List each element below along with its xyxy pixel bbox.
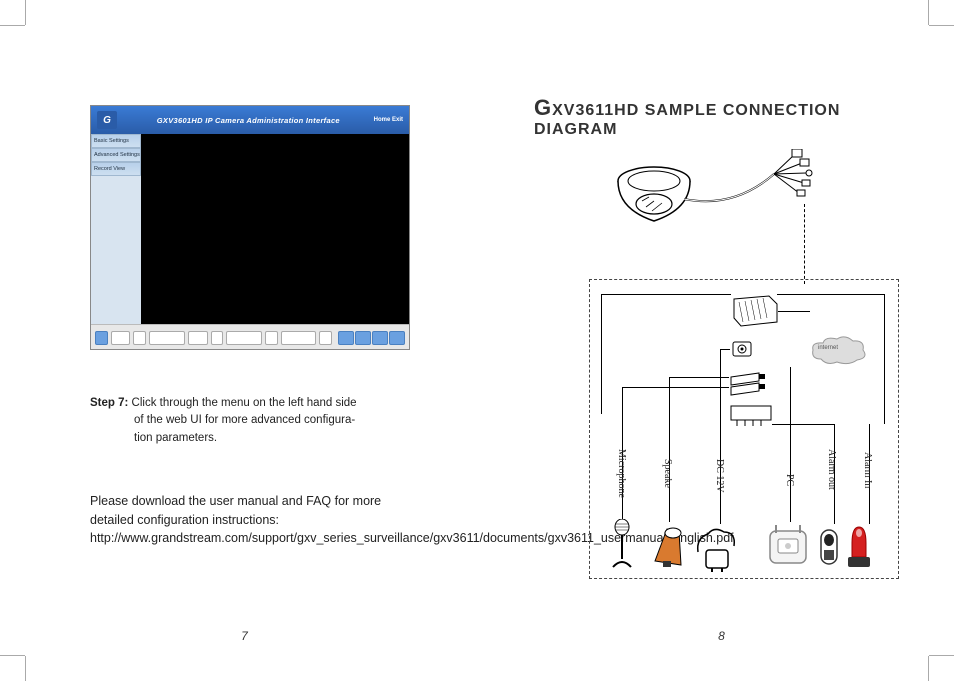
wire bbox=[720, 349, 730, 350]
step-text-line1: Click through the menu on the left hand … bbox=[132, 397, 357, 409]
cable-bundle-icon bbox=[684, 149, 844, 239]
label-alarm-out: Alarm out bbox=[826, 449, 837, 490]
microphone-device-icon bbox=[609, 519, 635, 569]
arrow-left-icon[interactable] bbox=[372, 331, 388, 345]
sidebar-item-advanced[interactable]: Advanced Settings bbox=[91, 148, 141, 162]
rj45-connector-icon bbox=[729, 294, 779, 329]
wire bbox=[790, 367, 791, 522]
internet-label: internet bbox=[818, 345, 838, 351]
arrow-up-icon[interactable] bbox=[338, 331, 354, 345]
wire bbox=[778, 311, 810, 312]
screenshot-toolbar bbox=[91, 324, 409, 350]
grandstream-logo-icon: G bbox=[97, 111, 117, 129]
title-rest: XV3611HD SAMPLE CONNECTION DIAGRAM bbox=[534, 102, 840, 138]
toolbar-btn[interactable] bbox=[111, 331, 131, 345]
wire bbox=[772, 424, 834, 425]
dashed-wire bbox=[804, 204, 805, 284]
step-7-instruction: Step 7: Click through the menu on the le… bbox=[90, 395, 444, 447]
toolbar-btn[interactable] bbox=[281, 331, 317, 345]
diagram-title: GXV3611HD SAMPLE CONNECTION DIAGRAM bbox=[534, 95, 904, 139]
camera-dome-icon bbox=[614, 159, 694, 229]
internet-cloud-icon bbox=[809, 334, 869, 369]
toolbar-btn[interactable] bbox=[133, 331, 146, 345]
toolbar-btn[interactable] bbox=[265, 331, 278, 345]
step-text-line3: tion parameters. bbox=[90, 430, 444, 447]
step-label: Step 7: bbox=[90, 397, 128, 409]
wire bbox=[622, 387, 729, 388]
arrow-right-icon[interactable] bbox=[389, 331, 405, 345]
manual-page-7: G GXV3601HD IP Camera Administration Int… bbox=[0, 0, 489, 681]
screenshot-sidebar: Basic Settings Advanced Settings Record … bbox=[91, 134, 141, 324]
sidebar-item-basic[interactable]: Basic Settings bbox=[91, 134, 141, 148]
page-number-left: 7 bbox=[241, 629, 248, 643]
wire bbox=[669, 377, 729, 378]
manual-page-8: GXV3611HD SAMPLE CONNECTION DIAGRAM bbox=[489, 0, 954, 681]
wire bbox=[601, 294, 602, 414]
label-microphone: Microphone bbox=[616, 449, 627, 498]
label-pc: PC bbox=[784, 474, 795, 486]
page-number-right: 8 bbox=[718, 629, 725, 643]
alarm-in-siren-icon bbox=[846, 523, 872, 569]
screenshot-header-links: Home Exit bbox=[374, 117, 403, 123]
toolbar-btn[interactable] bbox=[149, 331, 185, 345]
speaker-device-icon bbox=[649, 521, 687, 569]
audio-jacks-icon bbox=[729, 369, 769, 399]
title-cap: G bbox=[534, 95, 552, 120]
label-alarm-in: Alarm In bbox=[862, 452, 873, 488]
wire bbox=[669, 377, 670, 522]
toolbar-btn[interactable] bbox=[319, 331, 332, 345]
wire bbox=[884, 294, 885, 424]
screenshot-title: GXV3601HD IP Camera Administration Inter… bbox=[123, 116, 374, 125]
connection-diagram: internet Mic bbox=[534, 149, 904, 589]
video-preview-area bbox=[141, 134, 409, 324]
label-speaker: Speake bbox=[662, 459, 673, 488]
step-text-line2: of the web UI for more advanced configur… bbox=[90, 412, 444, 429]
toolbar-btn[interactable] bbox=[188, 331, 208, 345]
wire bbox=[777, 294, 885, 295]
toolbar-info-icon[interactable] bbox=[95, 331, 108, 345]
admin-interface-screenshot: G GXV3601HD IP Camera Administration Int… bbox=[90, 105, 410, 350]
toolbar-btn[interactable] bbox=[226, 331, 262, 345]
wire bbox=[601, 294, 731, 295]
pc-router-device-icon bbox=[766, 521, 810, 569]
dc-power-jack-icon bbox=[729, 334, 759, 364]
label-dc12v: DC 12V bbox=[714, 459, 725, 493]
alarm-terminal-icon bbox=[729, 404, 774, 426]
screenshot-header: G GXV3601HD IP Camera Administration Int… bbox=[91, 106, 409, 134]
dc-adapter-device-icon bbox=[694, 524, 739, 572]
wire bbox=[720, 349, 721, 524]
arrow-down-icon[interactable] bbox=[355, 331, 371, 345]
sidebar-item-record[interactable]: Record View bbox=[91, 162, 141, 176]
download-manual-text: Please download the user manual and FAQ … bbox=[90, 492, 390, 548]
alarm-out-sensor-icon bbox=[818, 524, 840, 568]
toolbar-btn[interactable] bbox=[211, 331, 224, 345]
